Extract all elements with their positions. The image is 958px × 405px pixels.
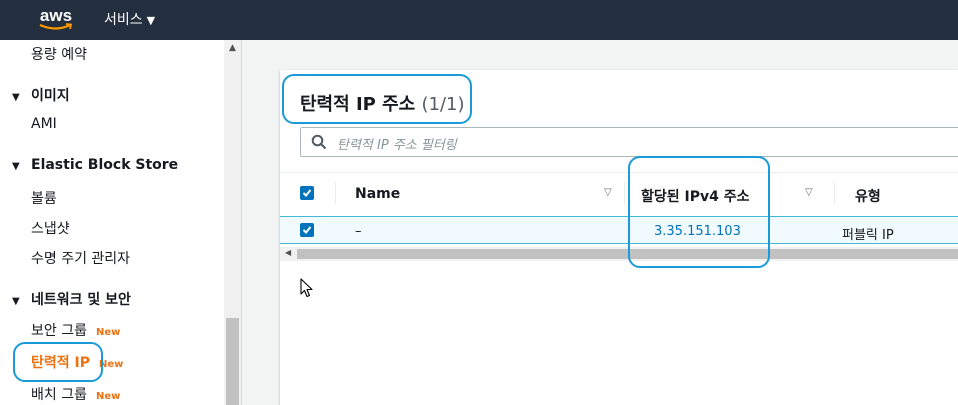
sort-icon[interactable]: ▽ <box>805 187 813 198</box>
scroll-left-arrow-icon[interactable]: ◀ <box>285 248 291 257</box>
select-all-checkbox[interactable] <box>300 186 314 200</box>
new-badge: New <box>95 391 121 402</box>
table-header-divider <box>280 172 958 173</box>
sidebar-item-security-groups[interactable]: 보안 그룹 New <box>31 320 120 340</box>
column-separator <box>624 182 625 204</box>
sidebar-item-lifecycle-manager[interactable]: 수명 주기 관리자 <box>31 248 130 268</box>
sidebar-section-network-security[interactable]: ▼ 네트워크 및 보안 <box>12 289 131 309</box>
sidebar-item-volumes[interactable]: 볼륨 <box>31 188 57 208</box>
column-separator <box>335 182 336 204</box>
sidebar-item-label: 배치 그룹 <box>31 387 87 403</box>
callout-highlight-ipv4-column <box>628 156 770 268</box>
checkbox-checked-icon <box>302 226 312 234</box>
sidebar-item-snapshots[interactable]: 스냅샷 <box>31 218 70 238</box>
sidebar-item-placement-groups[interactable]: 배치 그룹 New <box>31 384 120 404</box>
sidebar-section-label: 이미지 <box>31 88 70 104</box>
cell-name: – <box>355 224 362 239</box>
aws-logo[interactable]: aws <box>36 6 76 34</box>
callout-highlight-elastic-ip-nav <box>13 342 103 382</box>
sidebar-section-ebs[interactable]: ▼ Elastic Block Store <box>12 157 178 173</box>
callout-highlight-title <box>282 74 472 124</box>
column-separator <box>834 182 835 204</box>
caret-down-icon: ▼ <box>12 296 20 307</box>
sort-icon[interactable]: ▽ <box>604 187 612 198</box>
sidebar-item-ami[interactable]: AMI <box>31 116 57 132</box>
caret-down-icon: ▼ <box>12 161 20 172</box>
sidebar-divider <box>241 40 242 405</box>
sidebar-item-label: 보안 그룹 <box>31 323 87 339</box>
search-input[interactable]: 탄력적 IP 주소 필터링 <box>300 127 958 157</box>
mouse-cursor-icon <box>300 278 313 298</box>
cell-type: 퍼블릭 IP <box>842 228 894 243</box>
sidebar-scrollbar-thumb[interactable] <box>226 318 239 405</box>
sidebar-section-images[interactable]: ▼ 이미지 <box>12 85 70 105</box>
new-badge: New <box>95 327 121 338</box>
sidebar-section-label: 네트워크 및 보안 <box>31 292 131 308</box>
search-placeholder: 탄력적 IP 주소 필터링 <box>337 138 457 153</box>
scroll-up-arrow-icon[interactable]: ▲ <box>224 40 241 57</box>
services-label: 서비스 <box>104 12 143 28</box>
sidebar-item-capacity-reservations[interactable]: 용량 예약 <box>31 44 87 64</box>
column-header-type[interactable]: 유형 <box>855 186 881 206</box>
caret-down-icon: ▼ <box>12 92 20 103</box>
column-header-name[interactable]: Name <box>355 186 400 202</box>
aws-smile-icon <box>39 23 73 30</box>
row-checkbox[interactable] <box>300 223 314 237</box>
search-icon <box>311 134 327 150</box>
checkbox-checked-icon <box>302 189 312 197</box>
sidebar-section-label: Elastic Block Store <box>31 157 179 173</box>
services-menu-button[interactable]: 서비스 ▼ <box>104 10 155 31</box>
caret-down-icon: ▼ <box>146 14 156 27</box>
